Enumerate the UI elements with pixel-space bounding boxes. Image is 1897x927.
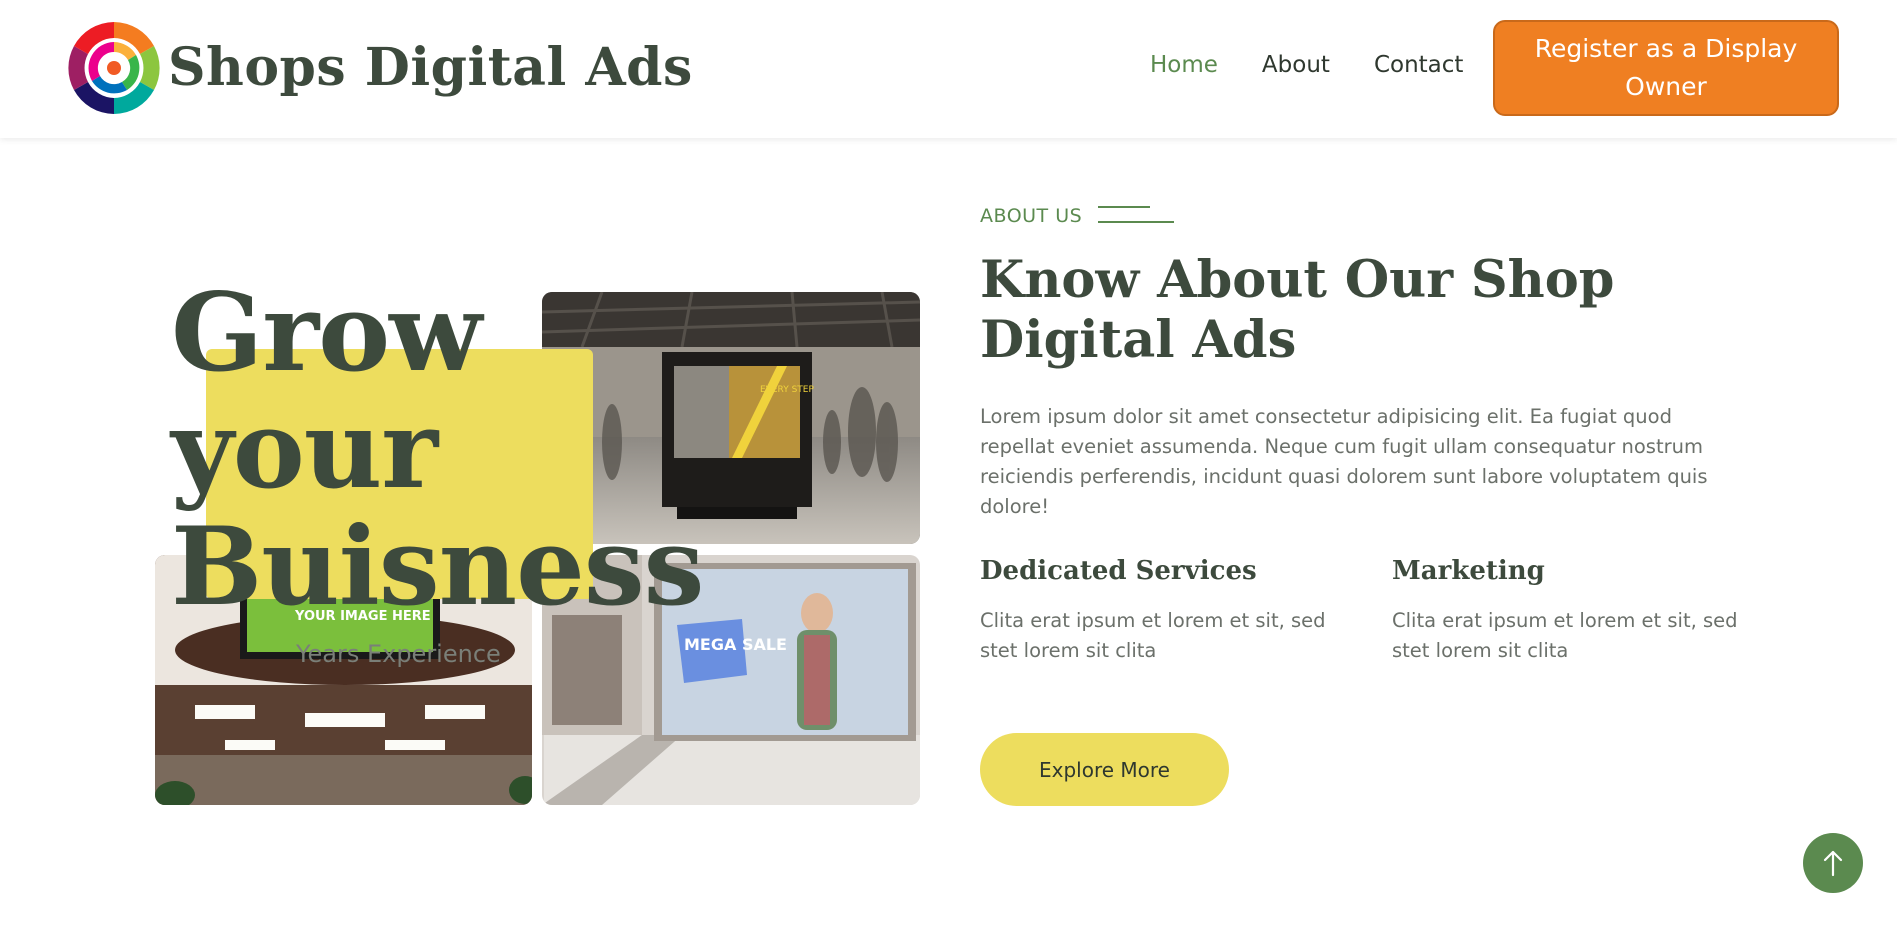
top-navbar: Shops Digital Ads Home About Contact Reg… (0, 0, 1897, 138)
nav-home[interactable]: Home (1150, 52, 1218, 78)
hero-headline: Grow your Buisness (171, 270, 704, 630)
nav-about[interactable]: About (1262, 52, 1330, 78)
arrow-up-icon (1823, 850, 1843, 877)
register-display-owner-button[interactable]: Register as a Display Owner (1493, 20, 1839, 116)
back-to-top-button[interactable] (1803, 833, 1863, 893)
section-description: Lorem ipsum dolor sit amet consectetur a… (980, 405, 1708, 518)
years-experience-label: Years Experience (296, 640, 501, 668)
section-heading: Know About Our Shop Digital Ads (980, 250, 1615, 370)
feature-title: Dedicated Services (980, 556, 1257, 586)
feature-text: Clita erat ipsum et lorem et sit, sed st… (1392, 609, 1738, 662)
mega-sale-text: MEGA SALE (684, 635, 787, 654)
nav-contact[interactable]: Contact (1374, 52, 1463, 78)
swirl-logo-icon (68, 22, 160, 114)
brand-logo-link[interactable]: Shops Digital Ads (66, 16, 693, 120)
main-nav: Home About Contact (1150, 52, 1507, 78)
feature-dedicated-services: Dedicated Services Clita erat ipsum et l… (980, 556, 1340, 666)
label-underline-decoration (1098, 206, 1176, 226)
brand-name: Shops Digital Ads (168, 37, 693, 98)
feature-title: Marketing (1392, 556, 1545, 586)
billboard-ad-text: EVERY STEP (760, 385, 814, 395)
feature-marketing: Marketing Clita erat ipsum et lorem et s… (1392, 556, 1752, 666)
feature-text: Clita erat ipsum et lorem et sit, sed st… (980, 609, 1326, 662)
section-label: ABOUT US (980, 205, 1083, 227)
explore-more-button[interactable]: Explore More (980, 733, 1229, 806)
